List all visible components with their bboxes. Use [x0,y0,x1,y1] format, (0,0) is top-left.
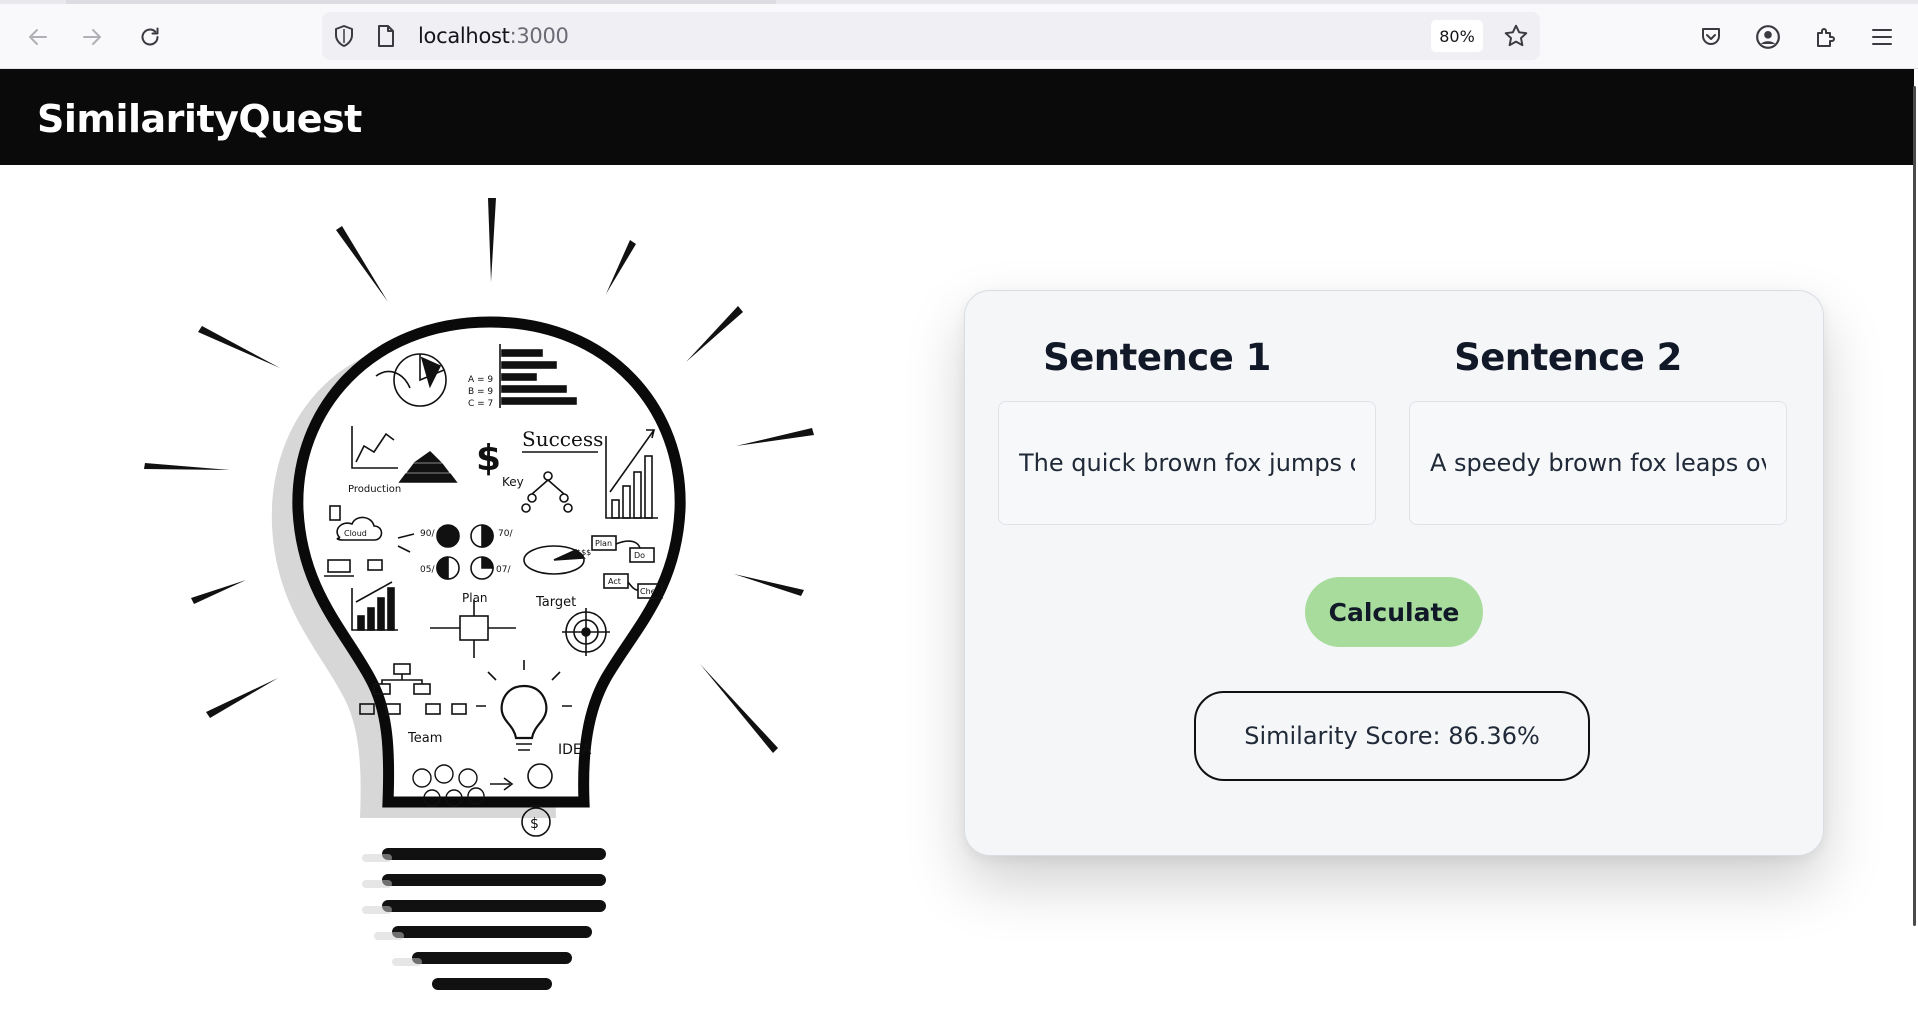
sentence2-field[interactable] [1409,401,1787,525]
menu-icon[interactable] [1867,22,1897,52]
svg-text:Act: Act [608,577,621,586]
svg-text:Team: Team [407,731,442,746]
forward-arrow-icon [83,29,101,45]
svg-text:Cloud: Cloud [344,529,367,538]
svg-text:Do: Do [634,551,645,560]
pocket-icon[interactable] [1696,22,1726,52]
svg-text:07/: 07/ [496,565,511,575]
svg-text:05/: 05/ [420,565,435,575]
address-bar[interactable]: localhost:3000 80% [322,12,1540,60]
sentence1-heading: Sentence 1 [1043,336,1271,379]
reload-icon [141,27,159,46]
back-button[interactable] [18,17,58,57]
svg-text:IDEA: IDEA [558,742,592,758]
page-scrollbar[interactable] [1913,86,1916,926]
svg-text:C = 7: C = 7 [468,399,493,409]
svg-text:Target: Target [535,595,576,610]
browser-toolbar: localhost:3000 80% [0,0,1918,69]
svg-text:Key: Key [502,475,524,489]
svg-text:B = 9: B = 9 [468,387,493,397]
tab-strip [0,0,1918,4]
svg-text:Plan: Plan [595,539,612,548]
calculate-button[interactable]: Calculate [1305,577,1483,647]
idea-lightbulb-illustration: Success $ Key Production Plan Target Tea… [130,190,830,1010]
svg-text:70/: 70/ [498,529,513,539]
similarity-score-text: Similarity Score: 86.36% [1244,722,1540,750]
svg-text:Plan: Plan [462,591,488,605]
reload-button[interactable] [130,17,170,57]
url-text[interactable]: localhost:3000 [418,24,569,48]
sentence2-input[interactable] [1428,448,1768,478]
similarity-card: Sentence 1 Sentence 2 Calculate Similari… [964,290,1824,856]
account-icon[interactable] [1753,22,1783,52]
app-title[interactable]: SimilarityQuest [37,97,362,141]
svg-text:$: $ [476,438,501,479]
svg-text:A = 9: A = 9 [468,375,493,385]
url-port: :3000 [509,24,569,48]
sentence2-heading: Sentence 2 [1454,336,1682,379]
extensions-icon[interactable] [1810,22,1840,52]
sentence1-input[interactable] [1017,448,1357,478]
similarity-score-display: Similarity Score: 86.36% [1194,691,1590,781]
svg-text:Check: Check [640,587,665,596]
zoom-level-button[interactable]: 80% [1431,20,1483,52]
url-host: localhost [418,24,510,48]
active-tab[interactable] [66,0,776,4]
svg-text:$$$: $$$ [576,548,591,557]
svg-text:90/: 90/ [420,529,435,539]
page-info-icon[interactable] [372,22,400,50]
forward-button[interactable] [72,17,112,57]
svg-text:Success: Success [522,427,603,451]
app-navbar: SimilarityQuest [0,69,1914,165]
back-arrow-icon [29,29,47,45]
shield-icon[interactable] [330,22,358,50]
sentence1-field[interactable] [998,401,1376,525]
bulb-base [382,848,606,990]
bookmark-star-icon[interactable] [1502,22,1530,50]
svg-text:$: $ [530,816,539,832]
svg-text:Production: Production [348,484,401,495]
